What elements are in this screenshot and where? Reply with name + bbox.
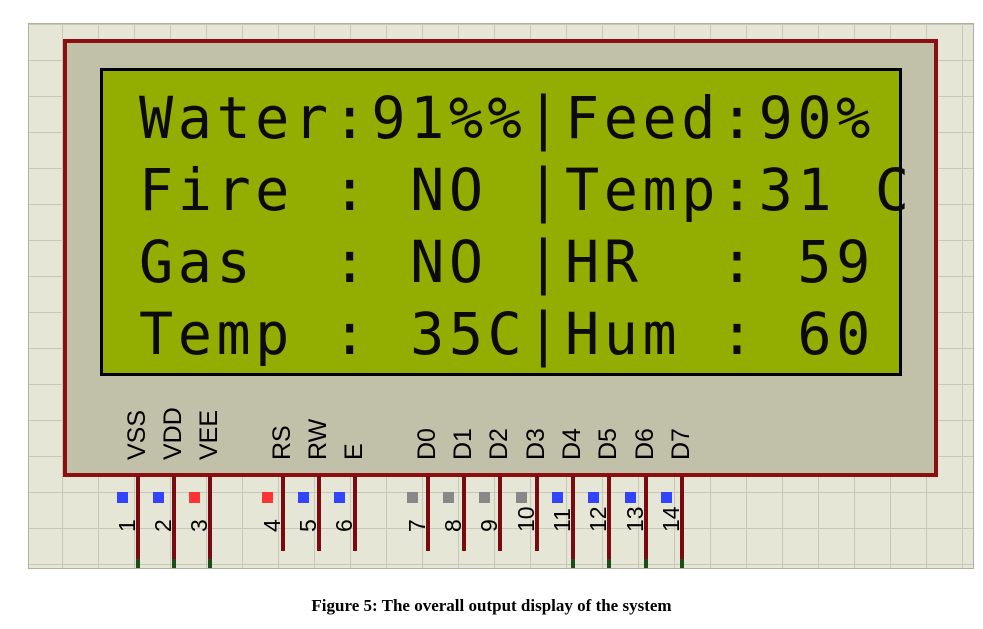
pin-wire-end xyxy=(172,559,176,568)
pin-state-indicator xyxy=(661,492,672,503)
pin-label-d0: D0 xyxy=(413,428,441,460)
pin-state-indicator xyxy=(516,492,527,503)
pin-wire xyxy=(462,476,466,551)
pin-label-vss: VSS xyxy=(123,409,151,460)
pin-label-rw: RW xyxy=(304,418,332,460)
pin-number: 8 xyxy=(440,519,466,532)
pin-wire-end xyxy=(680,559,684,568)
pin-state-indicator xyxy=(189,492,200,503)
pin-label-d3: D3 xyxy=(522,428,550,460)
pin-state-indicator xyxy=(117,492,128,503)
pin-number: 5 xyxy=(295,519,321,532)
pin-label-vdd: VDD xyxy=(159,407,187,460)
pin-wire xyxy=(281,476,285,551)
pin-state-indicator xyxy=(625,492,636,503)
pin-label-e: E xyxy=(340,443,368,460)
pin-state-indicator xyxy=(298,492,309,503)
pin-label-d7: D7 xyxy=(667,428,695,460)
pin-number: 9 xyxy=(476,519,502,532)
pin-wire-end xyxy=(208,559,212,568)
pin-state-indicator xyxy=(588,492,599,503)
pin-number: 13 xyxy=(622,506,648,532)
pin-wire-end xyxy=(607,559,611,568)
pin-number: 1 xyxy=(114,519,140,532)
pin-number: 14 xyxy=(658,506,684,532)
pin-label-d6: D6 xyxy=(631,428,659,460)
lcd-row-2: Fire : NO |Temp:31 C xyxy=(139,156,914,224)
pin-state-indicator xyxy=(407,492,418,503)
pin-wire xyxy=(353,476,357,551)
pin-number: 6 xyxy=(331,519,357,532)
pin-wire xyxy=(426,476,430,551)
pin-label-d4: D4 xyxy=(558,428,586,460)
pin-state-indicator xyxy=(479,492,490,503)
pin-number: 10 xyxy=(513,506,539,532)
pin-label-rs: RS xyxy=(268,425,296,460)
pin-number: 11 xyxy=(549,508,575,532)
pin-state-indicator xyxy=(443,492,454,503)
pin-number: 7 xyxy=(404,519,430,532)
lcd-row-3: Gas : NO |HR : 59 xyxy=(139,228,875,296)
pin-wire xyxy=(317,476,321,551)
pin-number: 3 xyxy=(186,519,212,532)
pin-number: 4 xyxy=(259,519,285,532)
lcd-screen: Water:91%%|Feed:90% Fire : NO |Temp:31 C… xyxy=(100,68,909,376)
pin-state-indicator xyxy=(153,492,164,503)
pin-label-vee: VEE xyxy=(195,409,223,460)
lcd-row-4: Temp : 35C|Hum : 60 xyxy=(139,300,875,368)
pin-state-indicator xyxy=(334,492,345,503)
pin-wire-end xyxy=(644,559,648,568)
pin-number: 12 xyxy=(585,506,611,532)
pin-wire xyxy=(498,476,502,551)
pin-state-indicator xyxy=(262,492,273,503)
pin-wire-end xyxy=(136,559,140,568)
pin-label-d5: D5 xyxy=(594,428,622,460)
pin-state-indicator xyxy=(552,492,563,503)
figure-caption: Figure 5: The overall output display of … xyxy=(311,596,672,615)
lcd-row-1: Water:91%%|Feed:90% xyxy=(139,84,875,152)
pin-number: 2 xyxy=(150,519,176,532)
pin-label-d1: D1 xyxy=(449,428,477,460)
pin-wire-end xyxy=(571,559,575,568)
pin-label-d2: D2 xyxy=(485,428,513,460)
